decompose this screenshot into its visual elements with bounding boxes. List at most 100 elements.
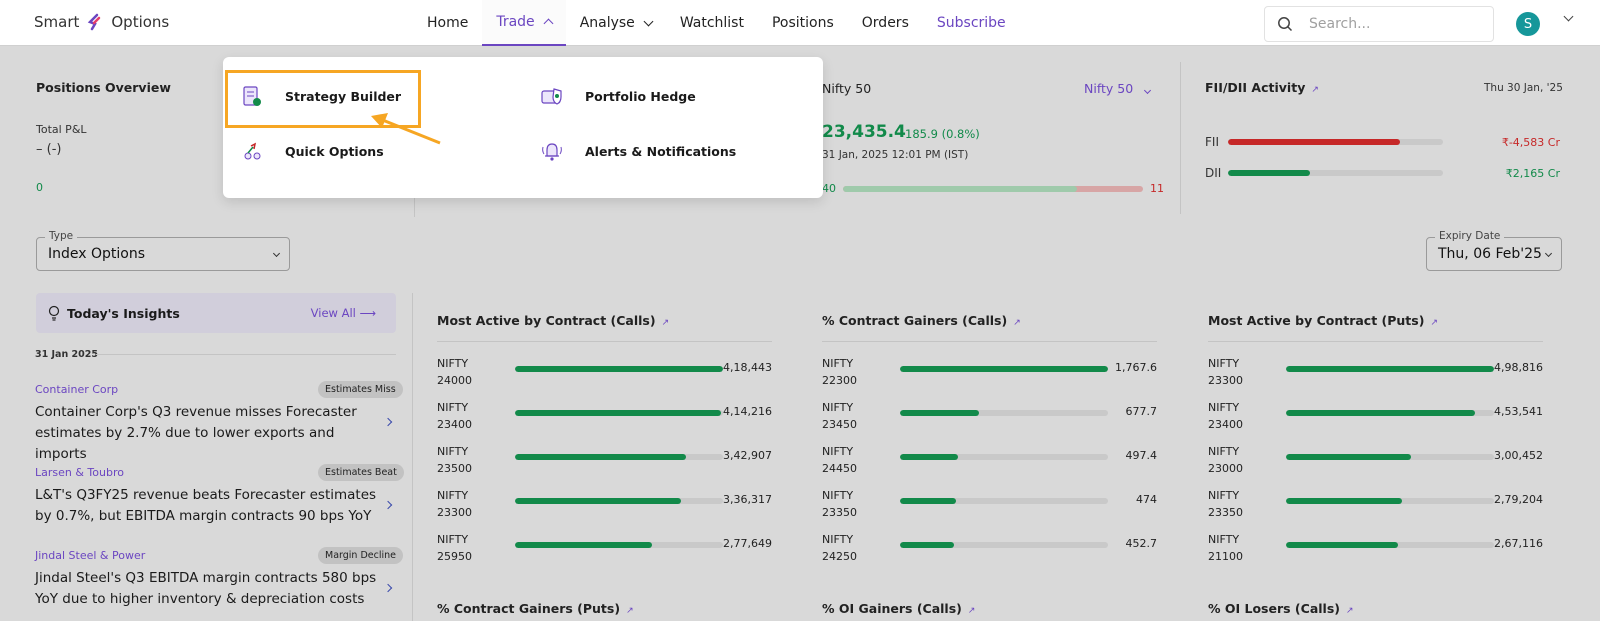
- insight-company[interactable]: Larsen & Toubro: [35, 466, 124, 479]
- contract-value: 3,00,452: [1494, 449, 1543, 462]
- contract-value: 3,36,317: [723, 493, 772, 506]
- view-all-link[interactable]: View All ⟶: [311, 306, 376, 320]
- external-link-icon: ↗: [1345, 606, 1354, 616]
- quick-options-icon: [239, 138, 265, 164]
- nav-subscribe-label: Subscribe: [936, 15, 1006, 31]
- nav-analyse-label: Analyse: [579, 15, 635, 31]
- fii-bar: [1228, 139, 1443, 145]
- insight-badge: Margin Decline: [318, 547, 403, 564]
- advance-fill: [843, 186, 1077, 192]
- contract-symbol: NIFTY: [437, 357, 469, 370]
- contract-symbol: NIFTY: [437, 401, 469, 414]
- type-select[interactable]: Type Index Options: [36, 230, 290, 271]
- list-title-label: Most Active by Contract (Puts): [1208, 313, 1425, 328]
- insights-header: Today's Insights View All ⟶: [36, 293, 396, 333]
- expiry-select[interactable]: Expiry Date Thu, 06 Feb'25: [1426, 230, 1562, 271]
- menu-item-alerts[interactable]: Alerts & Notifications: [539, 138, 736, 164]
- menu-item-portfolio-hedge[interactable]: Portfolio Hedge: [539, 83, 696, 109]
- nav-analyse[interactable]: Analyse: [566, 0, 666, 46]
- chevron-down-icon: [643, 16, 654, 26]
- nav-home-label: Home: [427, 15, 469, 31]
- contract-strike: 25950: [437, 550, 472, 563]
- nav-watchlist-label: Watchlist: [679, 15, 744, 31]
- value-bar-fill: [900, 498, 956, 504]
- value-bar: [515, 366, 723, 372]
- contract-symbol: NIFTY: [822, 445, 854, 458]
- value-bar-fill: [1286, 410, 1475, 416]
- nav-home[interactable]: Home: [413, 0, 482, 46]
- insight-company[interactable]: Container Corp: [35, 383, 118, 396]
- fii-fill: [1228, 139, 1400, 145]
- contract-name: NIFTY 23400: [1208, 399, 1268, 433]
- advance-decline-bar: [843, 186, 1143, 192]
- chevron-right-icon[interactable]: [383, 500, 393, 510]
- insight-headline[interactable]: Container Corp's Q3 revenue misses Forec…: [35, 402, 380, 465]
- value-bar-fill: [515, 498, 681, 504]
- divider: [414, 195, 415, 217]
- oi-losers-calls-title[interactable]: % OI Losers (Calls) ↗: [1208, 601, 1354, 616]
- contract-name: NIFTY 23450: [822, 399, 882, 433]
- logo[interactable]: Smart Options: [34, 12, 169, 32]
- nifty-selector[interactable]: Nifty 50: [1084, 81, 1152, 96]
- bottom-title-label: % Contract Gainers (Puts): [437, 601, 621, 616]
- list-title[interactable]: Most Active by Contract (Puts) ↗: [1208, 313, 1438, 328]
- type-label: Type: [45, 230, 78, 242]
- nav-watchlist[interactable]: Watchlist: [666, 0, 758, 46]
- contract-value: 474: [1136, 493, 1157, 506]
- fii-label: FII: [1205, 135, 1219, 149]
- avatar[interactable]: S: [1516, 12, 1540, 36]
- arrow-right-icon: ⟶: [359, 306, 377, 320]
- nav-positions[interactable]: Positions: [758, 0, 848, 46]
- contract-symbol: NIFTY: [437, 533, 469, 546]
- fii-dii-date: Thu 30 Jan, '25: [1484, 82, 1563, 94]
- oi-gainers-calls-title[interactable]: % OI Gainers (Calls) ↗: [822, 601, 975, 616]
- avatar-initial: S: [1523, 16, 1533, 32]
- chevron-down-icon: [1544, 249, 1553, 258]
- contract-name: NIFTY 23000: [1208, 443, 1268, 477]
- chevron-right-icon[interactable]: [383, 417, 393, 427]
- account-chevron-down-icon[interactable]: [1563, 11, 1574, 22]
- value-bar: [1286, 542, 1494, 548]
- chevron-right-icon[interactable]: [383, 583, 393, 593]
- nav-orders[interactable]: Orders: [848, 0, 923, 46]
- list-title[interactable]: % Contract Gainers (Calls) ↗: [822, 313, 1021, 328]
- fii-dii-title[interactable]: FII/DII Activity ↗: [1205, 80, 1319, 95]
- contract-gainers-puts-title[interactable]: % Contract Gainers (Puts) ↗: [437, 601, 634, 616]
- contract-name: NIFTY 21100: [1208, 531, 1268, 565]
- value-bar: [1286, 366, 1494, 372]
- nav-subscribe[interactable]: Subscribe: [923, 0, 1020, 46]
- search-input[interactable]: [1309, 16, 1479, 32]
- menu-item-label: Portfolio Hedge: [585, 88, 696, 104]
- contract-name: NIFTY 23350: [822, 487, 882, 521]
- chevron-down-icon: [1144, 86, 1152, 95]
- contract-strike: 23350: [1208, 506, 1243, 519]
- chevron-down-icon: [272, 249, 281, 258]
- contract-value: 452.7: [1125, 537, 1158, 550]
- nav-orders-label: Orders: [861, 15, 909, 31]
- contract-symbol: NIFTY: [1208, 357, 1240, 370]
- value-bar: [900, 366, 1108, 372]
- value-bar-fill: [1286, 542, 1398, 548]
- nav-trade[interactable]: Trade: [482, 0, 566, 46]
- value-bar-fill: [900, 542, 954, 548]
- insight-headline[interactable]: L&T's Q3FY25 revenue beats Forecaster es…: [35, 485, 380, 527]
- insight-headline[interactable]: Jindal Steel's Q3 EBITDA margin contract…: [35, 568, 380, 610]
- nifty-time: 31 Jan, 2025 12:01 PM (IST): [822, 149, 969, 161]
- contract-value: 2,79,204: [1494, 493, 1543, 506]
- contract-strike: 24000: [437, 374, 472, 387]
- value-bar-fill: [900, 454, 958, 460]
- value-bar-fill: [515, 542, 652, 548]
- nifty-selector-label: Nifty 50: [1084, 81, 1134, 96]
- insight-company[interactable]: Jindal Steel & Power: [35, 549, 145, 562]
- menu-item-quick-options[interactable]: Quick Options: [239, 138, 384, 164]
- list-title[interactable]: Most Active by Contract (Calls) ↗: [437, 313, 669, 328]
- value-bar-fill: [515, 410, 721, 416]
- positions-count: 0: [36, 181, 43, 194]
- value-bar: [1286, 454, 1494, 460]
- view-all-label: View All: [310, 306, 356, 320]
- value-bar: [515, 542, 723, 548]
- logo-text-left: Smart: [34, 13, 80, 31]
- type-value: Index Options: [48, 246, 146, 262]
- search-box[interactable]: [1264, 6, 1494, 42]
- total-pnl-value: – (-): [36, 142, 62, 157]
